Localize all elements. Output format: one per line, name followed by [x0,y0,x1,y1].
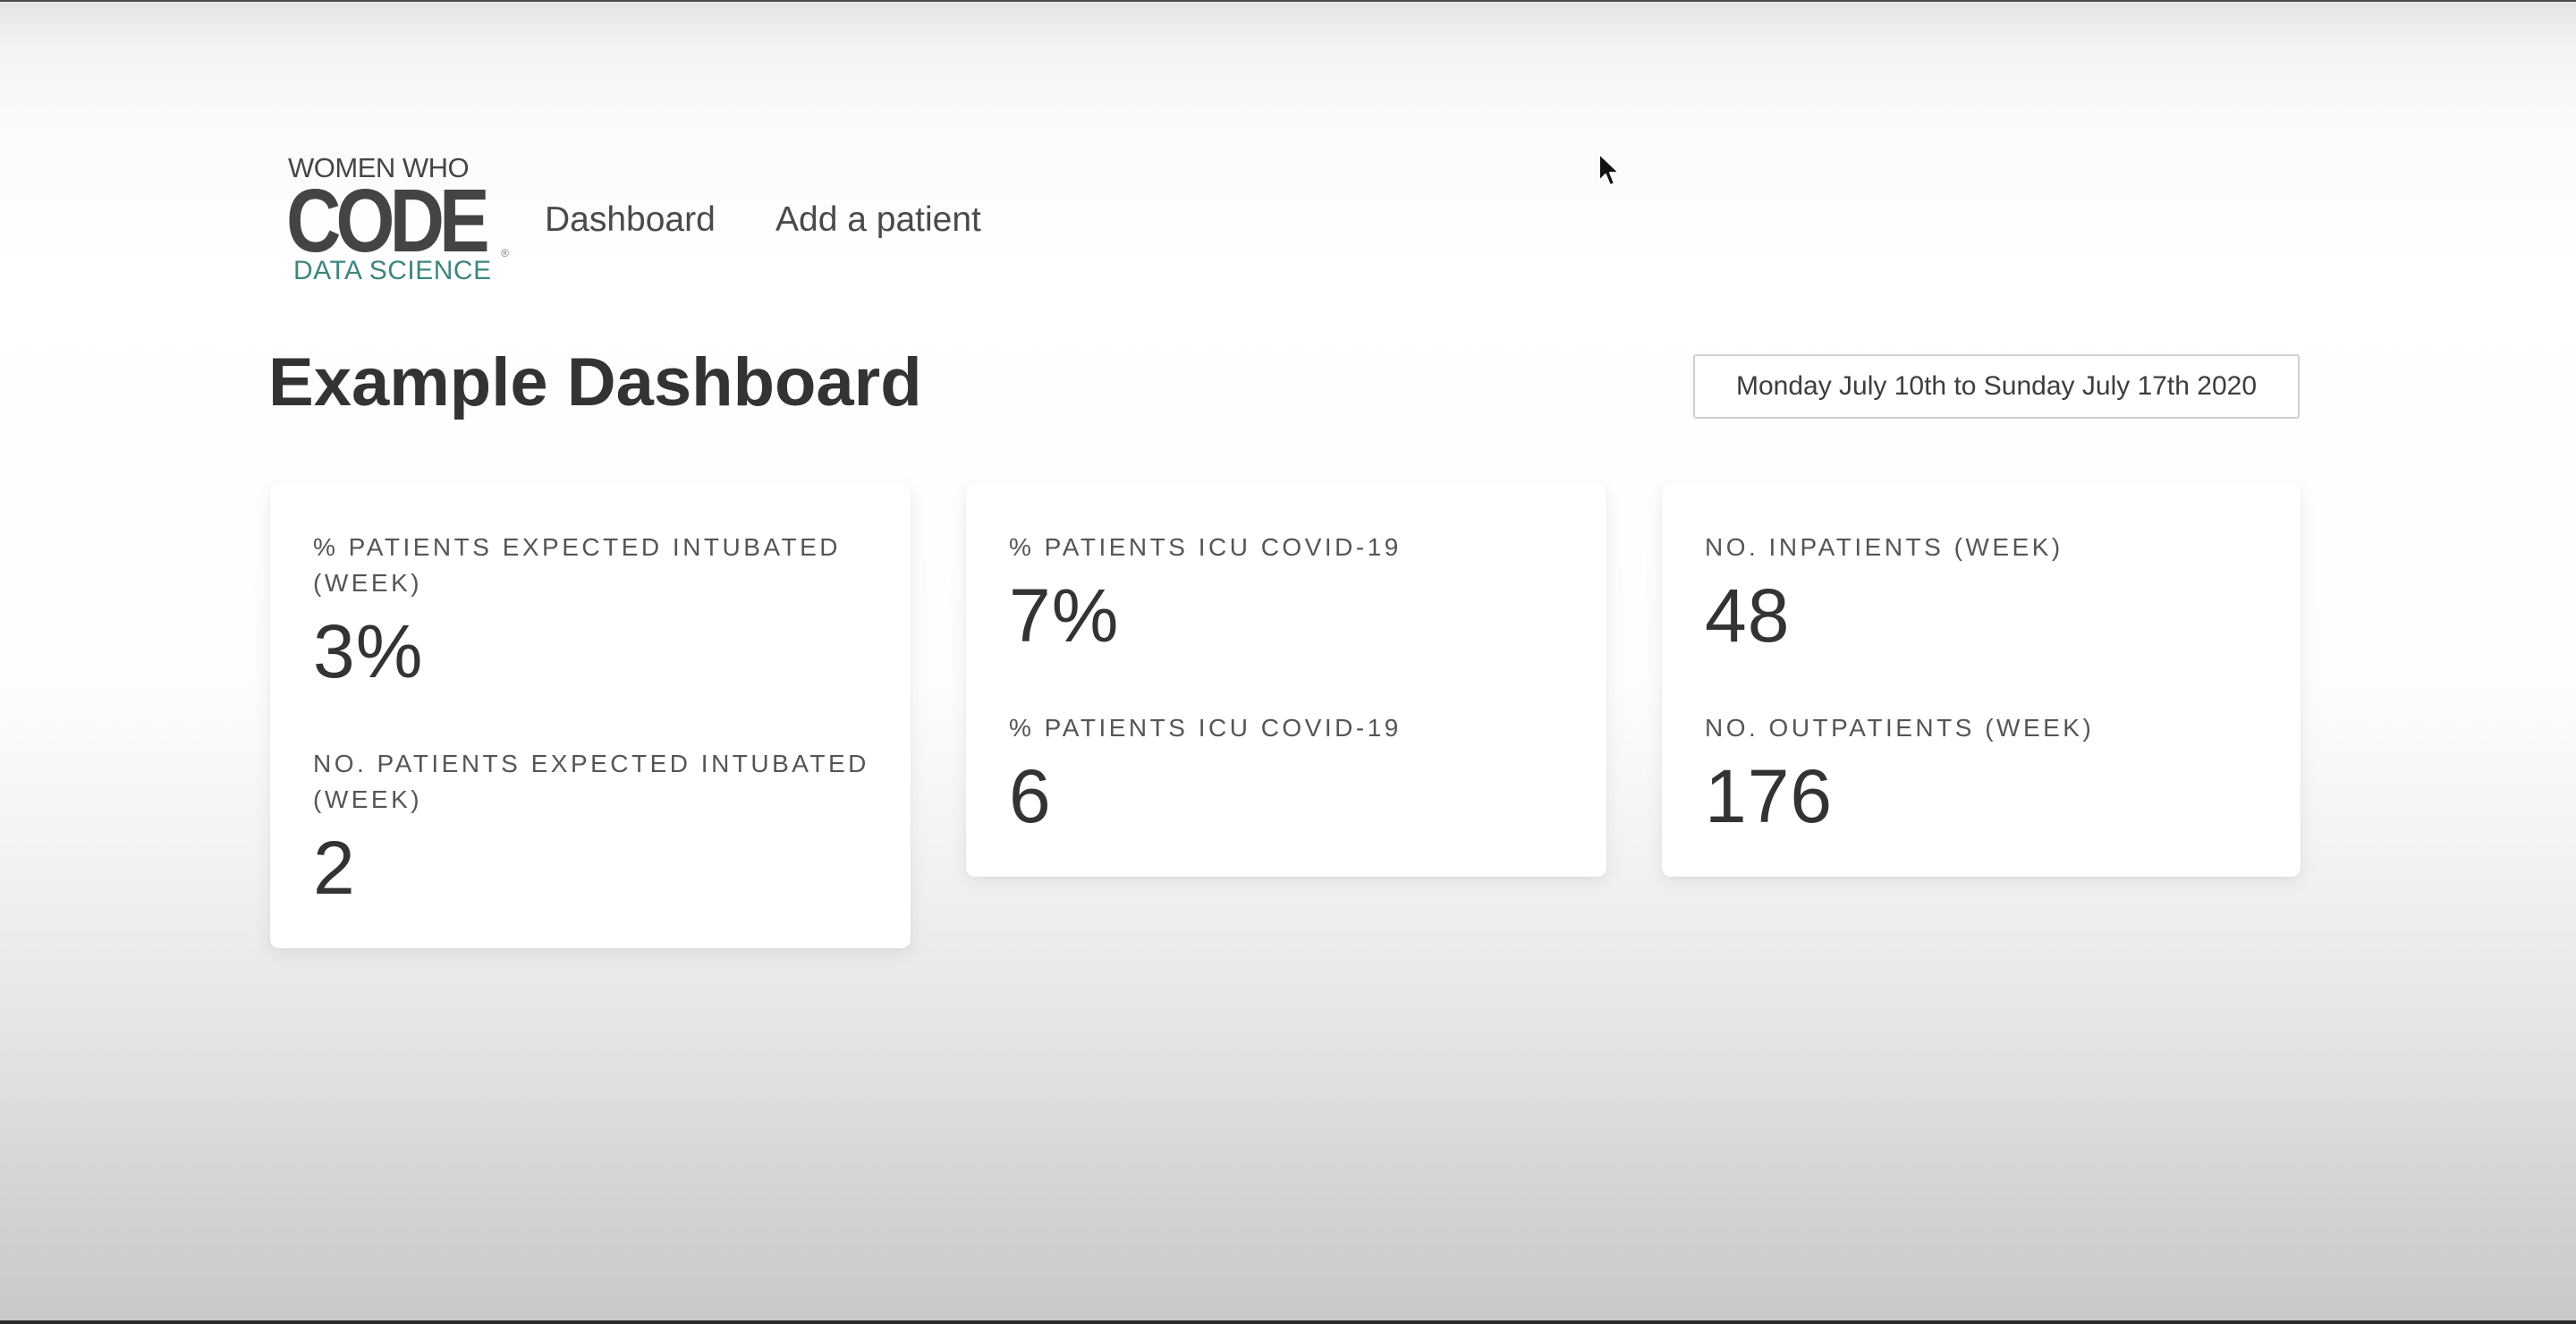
mouse-pointer-icon [1598,153,1620,186]
metric-value: 176 [1705,754,1834,838]
window-bottom-border [0,1320,2576,1324]
metric-pct-icu-covid: % PATIENTS ICU COVID-19 7% [1009,530,1581,653]
logo-line-data-science: DATA SCIENCE [293,256,492,285]
logo-registered-mark: ® [501,247,509,259]
metric-pct-expected-intubated: % PATIENTS EXPECTED INTUBATED (WEEK) 3% [313,530,886,689]
women-who-code-logo[interactable]: WOMEN WHO CODE ® DATA SCIENCE [286,154,510,288]
metric-label: % PATIENTS EXPECTED INTUBATED (WEEK) [313,533,842,597]
metric-card-intubated: % PATIENTS EXPECTED INTUBATED (WEEK) 3% … [270,483,911,948]
metric-label: % PATIENTS ICU COVID-19 [1009,714,1402,742]
page-title: Example Dashboard [268,344,922,420]
metric-label: NO. INPATIENTS (WEEK) [1705,533,2063,561]
metric-value: 3% [313,609,424,693]
metric-label: NO. OUTPATIENTS (WEEK) [1705,714,2095,742]
metric-label: NO. PATIENTS EXPECTED INTUBATED (WEEK) [313,750,869,813]
metric-card-icu-covid: % PATIENTS ICU COVID-19 7% % PATIENTS IC… [966,483,1606,877]
nav-link-dashboard[interactable]: Dashboard [545,202,716,237]
metric-value: 2 [313,826,356,910]
metric-card-patients: NO. INPATIENTS (WEEK) 48 NO. OUTPATIENTS… [1662,483,2301,877]
window-top-border [0,0,2576,2]
metric-inpatients: NO. INPATIENTS (WEEK) 48 [1705,530,2277,653]
metric-no-expected-intubated: NO. PATIENTS EXPECTED INTUBATED (WEEK) 2 [313,746,886,905]
metric-icu-covid-count: % PATIENTS ICU COVID-19 6 [1009,710,1581,834]
metric-value: 7% [1009,573,1120,658]
metric-label: % PATIENTS ICU COVID-19 [1009,533,1402,561]
metric-outpatients: NO. OUTPATIENTS (WEEK) 176 [1705,710,2277,834]
metric-value: 6 [1009,754,1052,838]
logo-line-code: CODE [286,171,490,271]
nav-link-add-patient[interactable]: Add a patient [775,202,981,237]
metric-value: 48 [1705,573,1791,658]
date-range-selector[interactable]: Monday July 10th to Sunday July 17th 202… [1693,354,2300,419]
